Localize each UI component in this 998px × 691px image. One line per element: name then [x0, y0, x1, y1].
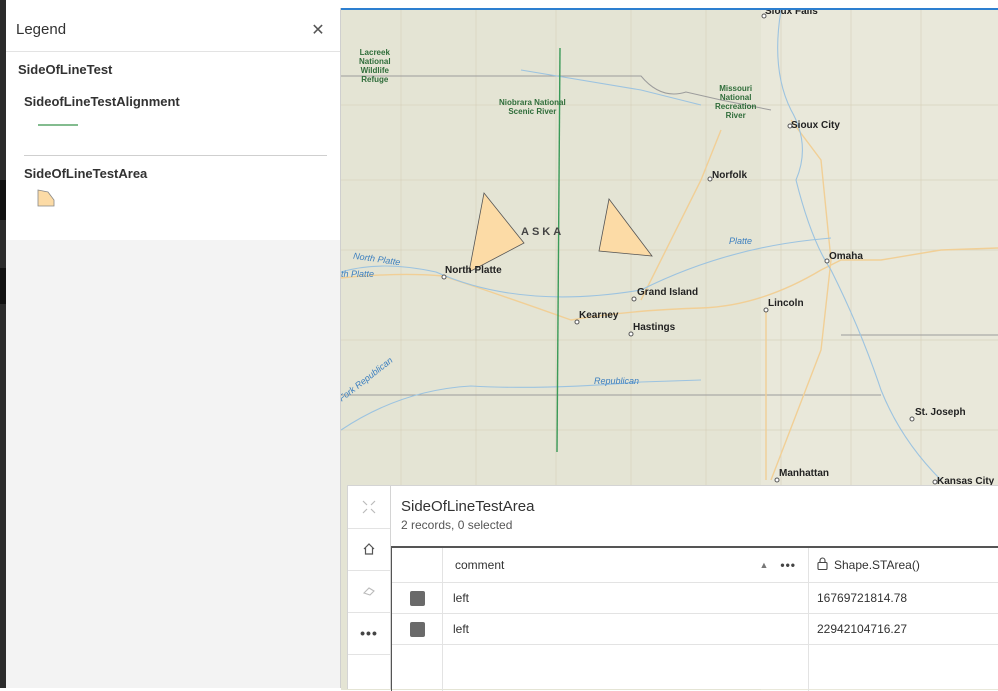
- map-label-city: Manhattan: [779, 468, 829, 479]
- column-menu-icon[interactable]: •••: [780, 558, 796, 572]
- map-label-park: Missouri National Recreation River: [715, 84, 757, 120]
- empty-cell: [443, 645, 809, 691]
- empty-cell: [392, 645, 443, 691]
- map-label-city: St. Joseph: [915, 407, 966, 418]
- column-header-comment[interactable]: comment ▲ •••: [443, 548, 809, 582]
- legend-panel: Legend ✕ SideOfLineTest SideofLineTestAl…: [6, 8, 341, 688]
- home-icon[interactable]: [348, 528, 390, 570]
- lock-icon: [817, 557, 828, 573]
- table-toolbar: •••: [348, 486, 391, 689]
- column-header-label: Shape.STArea(): [834, 558, 920, 572]
- erase-icon[interactable]: [348, 570, 390, 612]
- legend-title: Legend: [16, 21, 67, 38]
- line-symbol-icon: [38, 124, 78, 126]
- zoom-to-icon[interactable]: [348, 486, 390, 528]
- map-label-river: Platte: [729, 236, 753, 246]
- map-label-city: Sioux Falls: [765, 8, 818, 17]
- attribute-table-panel: ••• SideOfLineTestArea 2 records, 0 sele…: [347, 485, 998, 691]
- more-icon[interactable]: •••: [348, 612, 390, 654]
- cell-comment: left: [443, 583, 809, 613]
- map-label-city: Norfolk: [712, 170, 747, 181]
- map-label-city: Omaha: [829, 251, 863, 262]
- row-checkbox[interactable]: [409, 621, 425, 637]
- table-row[interactable]: left 22942104716.27: [392, 614, 998, 645]
- select-column-header: [392, 548, 443, 582]
- map-label-city: Kearney: [579, 310, 619, 321]
- legend-sublayer-alignment: SideofLineTestAlignment: [24, 94, 180, 109]
- legend-card: Legend ✕ SideOfLineTest SideofLineTestAl…: [6, 8, 340, 240]
- table-title: SideOfLineTestArea: [401, 498, 535, 515]
- map-label-city: Hastings: [633, 322, 676, 333]
- map-label-city: North Platte: [445, 265, 502, 276]
- table-empty-area: [392, 645, 998, 691]
- table-row[interactable]: left 16769721814.78: [392, 583, 998, 614]
- cell-area: 16769721814.78: [817, 591, 908, 605]
- map-label-river: th Platte: [341, 269, 375, 279]
- cell-area: 22942104716.27: [817, 622, 908, 636]
- empty-cell: [809, 645, 998, 691]
- column-header-area[interactable]: Shape.STArea(): [809, 548, 998, 582]
- legend-sublayer-area: SideOfLineTestArea: [24, 166, 148, 181]
- map-label-city: Lincoln: [768, 298, 804, 309]
- legend-header: Legend ✕: [6, 8, 340, 52]
- map-label-river: Republican: [594, 376, 640, 386]
- map-label-park: Lacreek National Wildlife Refuge: [359, 48, 391, 84]
- row-select-cell[interactable]: [392, 583, 443, 613]
- sort-icon[interactable]: ▲: [759, 560, 768, 570]
- legend-divider: [24, 155, 327, 156]
- legend-layer-title: SideOfLineTest: [18, 62, 113, 77]
- map-label-city: Grand Island: [637, 287, 699, 298]
- table-header-row: comment ▲ ••• Shape.STArea(): [392, 548, 998, 583]
- close-icon[interactable]: ✕: [308, 20, 328, 40]
- row-select-cell[interactable]: [392, 614, 443, 644]
- map-label-city: Sioux City: [791, 120, 840, 131]
- column-header-label: comment: [455, 558, 505, 572]
- data-grid: comment ▲ ••• Shape.STArea() left 167697…: [391, 546, 998, 691]
- map-label-state: ASKA: [521, 226, 565, 238]
- map-label-park: Niobrara National Scenic River: [499, 98, 566, 116]
- cell-comment: left: [443, 614, 809, 644]
- toolbar-divider: [348, 654, 390, 655]
- row-checkbox[interactable]: [409, 590, 425, 606]
- polygon-symbol-icon: [37, 189, 55, 207]
- table-record-count: 2 records, 0 selected: [401, 518, 513, 532]
